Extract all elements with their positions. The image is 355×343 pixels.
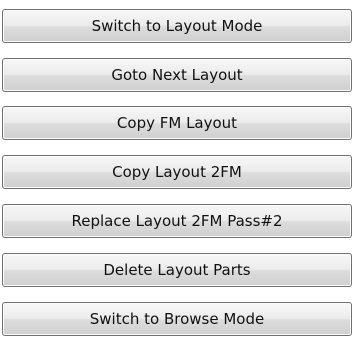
button-label: Goto Next Layout (111, 66, 243, 84)
button-label: Switch to Layout Mode (91, 17, 263, 35)
button-label: Replace Layout 2FM Pass#2 (71, 212, 283, 230)
button-label: Copy FM Layout (116, 114, 238, 132)
copy-fm-layout-button[interactable]: Copy FM Layout (2, 106, 352, 140)
button-label: Delete Layout Parts (103, 261, 251, 279)
switch-to-layout-mode-button[interactable]: Switch to Layout Mode (2, 9, 352, 43)
delete-layout-parts-button[interactable]: Delete Layout Parts (2, 253, 352, 287)
goto-next-layout-button[interactable]: Goto Next Layout (2, 58, 352, 92)
replace-layout-2fm-pass2-button[interactable]: Replace Layout 2FM Pass#2 (2, 204, 352, 238)
button-label: Copy Layout 2FM (112, 163, 242, 181)
button-panel: Switch to Layout Mode Goto Next Layout C… (0, 0, 355, 343)
copy-layout-2fm-button[interactable]: Copy Layout 2FM (2, 155, 352, 189)
switch-to-browse-mode-button[interactable]: Switch to Browse Mode (2, 302, 352, 336)
button-label: Switch to Browse Mode (89, 310, 265, 328)
